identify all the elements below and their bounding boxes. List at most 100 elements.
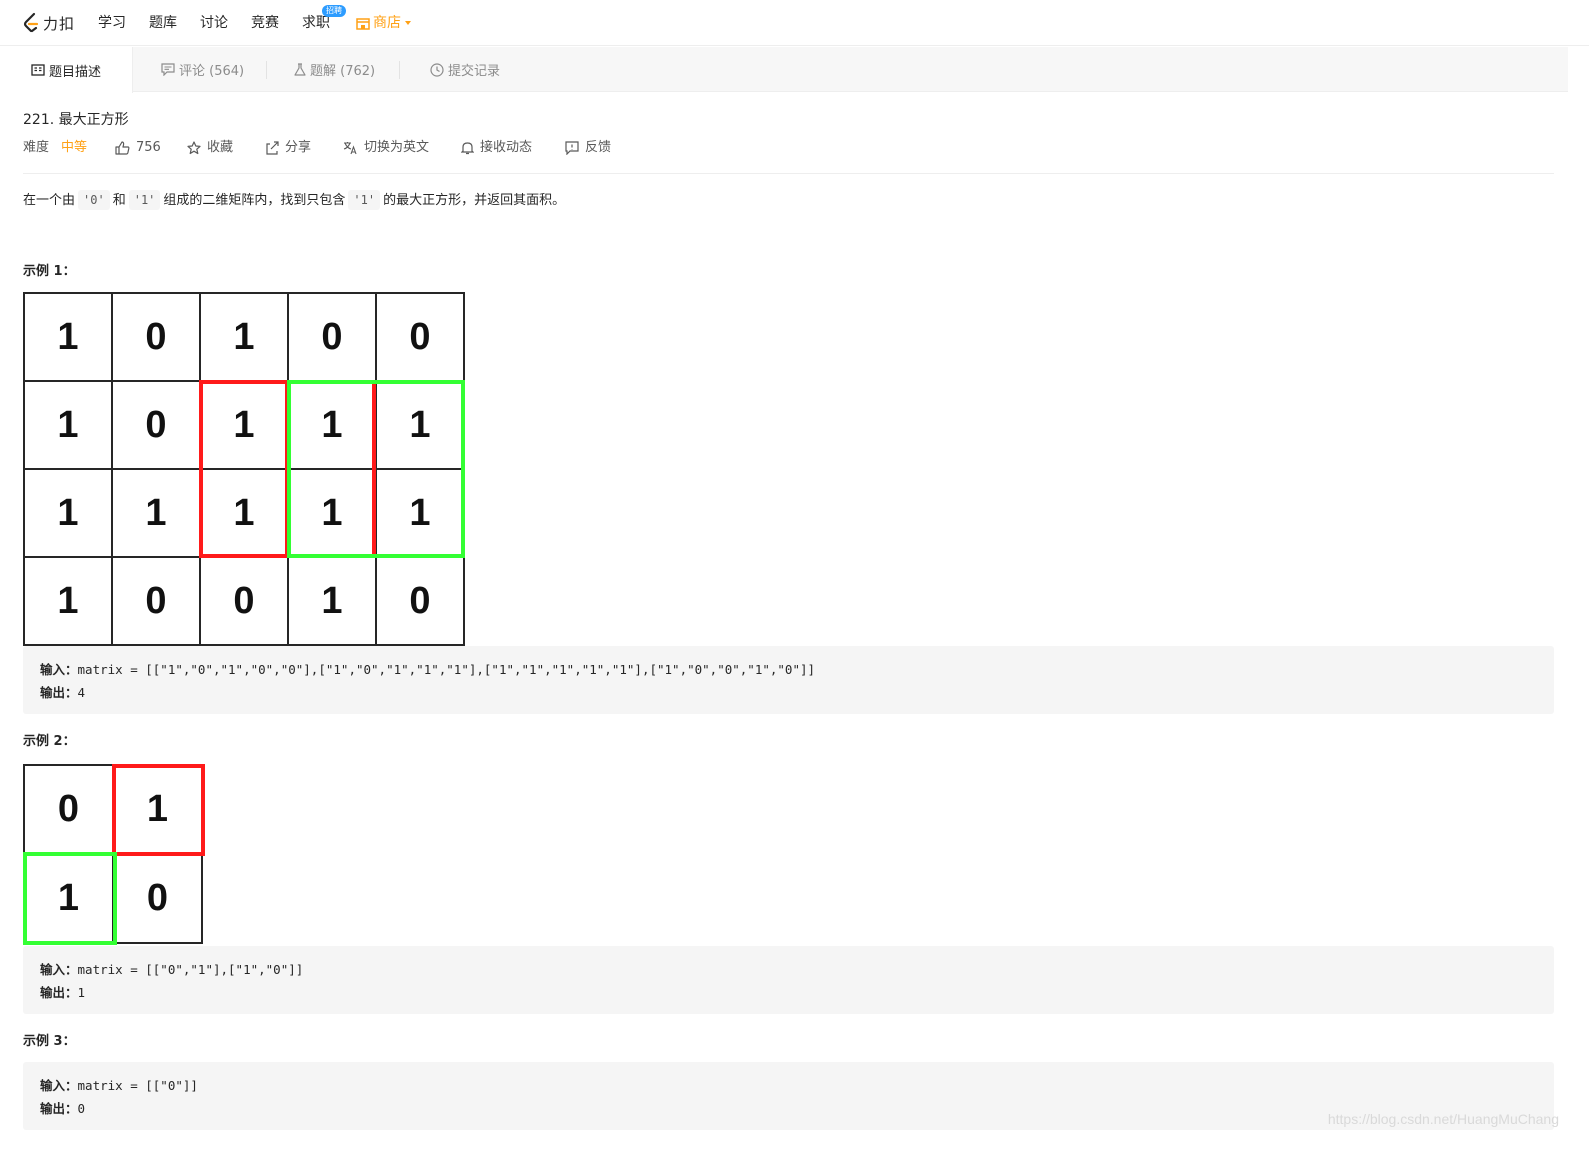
comment-icon [161, 63, 179, 76]
example-1-output: 输出：4 [40, 681, 1537, 704]
problem-title: 221. 最大正方形 [23, 112, 129, 128]
inline-code: '1' [128, 190, 161, 210]
inline-code: '1' [348, 190, 381, 210]
shop-label: 商店 [373, 15, 401, 31]
problem-description: 在一个由 '0' 和 '1' 组成的二维矩阵内，找到只包含 '1' 的最大正方形，并返回其面… [23, 190, 565, 211]
example-1-io-block: 输入：matrix = [["1","0","1","0","0"],["1",… [23, 646, 1554, 714]
share-label: 分享 [285, 140, 312, 155]
nav-item-discuss[interactable]: 讨论 [200, 13, 228, 33]
example-1-input: 输入：matrix = [["1","0","1","0","0"],["1",… [40, 658, 1537, 681]
output-value: 4 [77, 685, 86, 700]
subscribe-button[interactable]: 接收动态 [461, 139, 532, 157]
highlight-red-square [112, 764, 205, 856]
matrix-cell: 1 [23, 556, 113, 646]
output-label: 输出： [40, 985, 78, 1000]
tab-description-label: 题目描述 [49, 64, 102, 80]
output-label: 输出： [40, 1101, 78, 1116]
shop-icon [356, 17, 370, 30]
input-label: 输入： [40, 1078, 78, 1093]
matrix-cell: 1 [111, 468, 201, 558]
watermark: https://blog.csdn.net/HuangMuChang [1327, 1111, 1559, 1127]
example-2-io-block: 输入：matrix = [["0","1"],["1","0"]] 输出：1 [23, 946, 1554, 1014]
feedback-icon [565, 141, 585, 155]
matrix-cell: 0 [199, 556, 289, 646]
feedback-label: 反馈 [585, 140, 612, 155]
clock-icon [430, 62, 448, 77]
tab-divider [399, 61, 400, 79]
tab-solutions-label: 题解 (762) [310, 64, 376, 79]
difficulty-value: 中等 [61, 140, 88, 155]
example-3-input: 输入：matrix = [["0"]] [40, 1074, 1537, 1097]
input-value: matrix = [["0","1"],["1","0"]] [77, 962, 304, 977]
subscribe-label: 接收动态 [480, 140, 533, 155]
difficulty-label: 难度 [23, 140, 50, 155]
tab-divider [266, 61, 267, 79]
matrix-cell: 0 [375, 556, 465, 646]
leetcode-logo-icon [22, 12, 40, 34]
thumbs-up-icon [115, 141, 136, 155]
tab-submissions[interactable]: 提交记录 [430, 47, 500, 92]
share-button[interactable]: 分享 [265, 139, 311, 157]
desc-text: 在一个由 [23, 193, 76, 208]
top-nav: 力扣 学习 题库 讨论 竞赛 求职 招聘 商店 [0, 0, 1589, 46]
flask-icon [294, 63, 310, 76]
example-2-input: 输入：matrix = [["0","1"],["1","0"]] [40, 958, 1537, 981]
output-value: 0 [77, 1101, 86, 1116]
example-2-output: 输出：1 [40, 981, 1537, 1004]
matrix-cell: 0 [375, 292, 465, 382]
matrix-cell: 0 [111, 556, 201, 646]
matrix-cell: 1 [199, 292, 289, 382]
input-label: 输入： [40, 662, 78, 677]
difficulty: 难度 中等 [23, 139, 87, 157]
bell-icon [461, 141, 480, 155]
highlight-red-square [199, 380, 289, 558]
input-value: matrix = [["0"]] [77, 1078, 198, 1093]
tab-solutions[interactable]: 题解 (762) [294, 47, 375, 92]
like-button[interactable]: 756 [115, 139, 161, 157]
example-1-label: 示例 1： [23, 264, 76, 279]
recruit-badge: 招聘 [322, 5, 346, 17]
desc-text: 和 [112, 193, 126, 208]
tab-description[interactable]: 题目描述 [0, 47, 133, 93]
desc-text: 组成的二维矩阵内，找到只包含 [163, 193, 346, 208]
matrix-cell: 1 [23, 380, 113, 470]
inline-code: '0' [78, 190, 110, 210]
example-3-output: 输出：0 [40, 1097, 1537, 1120]
description-icon [31, 64, 49, 76]
example-2-label: 示例 2： [23, 734, 76, 749]
tab-comments-label: 评论 (564) [179, 64, 245, 79]
logo-text: 力扣 [43, 14, 76, 33]
nav-item-contest[interactable]: 竞赛 [251, 13, 279, 33]
desc-text: 的最大正方形，并返回其面积。 [383, 193, 566, 208]
highlight-green-square [287, 380, 465, 558]
output-label: 输出： [40, 685, 78, 700]
input-value: matrix = [["1","0","1","0","0"],["1","0"… [77, 662, 816, 677]
matrix-cell: 0 [287, 292, 377, 382]
star-icon [187, 141, 207, 155]
translate-label: 切换为英文 [364, 140, 430, 155]
matrix-cell: 0 [23, 764, 114, 855]
output-value: 1 [77, 985, 86, 1000]
translate-button[interactable]: 切换为英文 [343, 139, 429, 157]
input-label: 输入： [40, 962, 78, 977]
tab-comments[interactable]: 评论 (564) [161, 47, 244, 92]
nav-item-shop[interactable]: 商店 [356, 13, 411, 33]
example-1-matrix-figure: 10100101111111110010 [23, 292, 466, 646]
logo[interactable]: 力扣 [22, 11, 75, 35]
tab-bar: 题目描述 评论 (564) 题解 (762) 提交记录 [0, 47, 1568, 93]
share-icon [265, 141, 285, 155]
matrix-cell: 1 [287, 556, 377, 646]
tab-submissions-label: 提交记录 [448, 64, 501, 79]
matrix-cell: 0 [111, 292, 201, 382]
divider [23, 173, 1554, 174]
nav-item-learn[interactable]: 学习 [98, 13, 126, 33]
nav-item-problems[interactable]: 题库 [149, 13, 177, 33]
feedback-button[interactable]: 反馈 [565, 139, 611, 157]
example-2-matrix-figure: 0110 [23, 764, 205, 945]
matrix-cell: 0 [111, 380, 201, 470]
matrix-cell: 1 [23, 292, 113, 382]
matrix-cell: 1 [23, 468, 113, 558]
translate-icon [343, 141, 364, 155]
example-3-io-block: 输入：matrix = [["0"]] 输出：0 [23, 1062, 1554, 1130]
favorite-button[interactable]: 收藏 [187, 139, 233, 157]
